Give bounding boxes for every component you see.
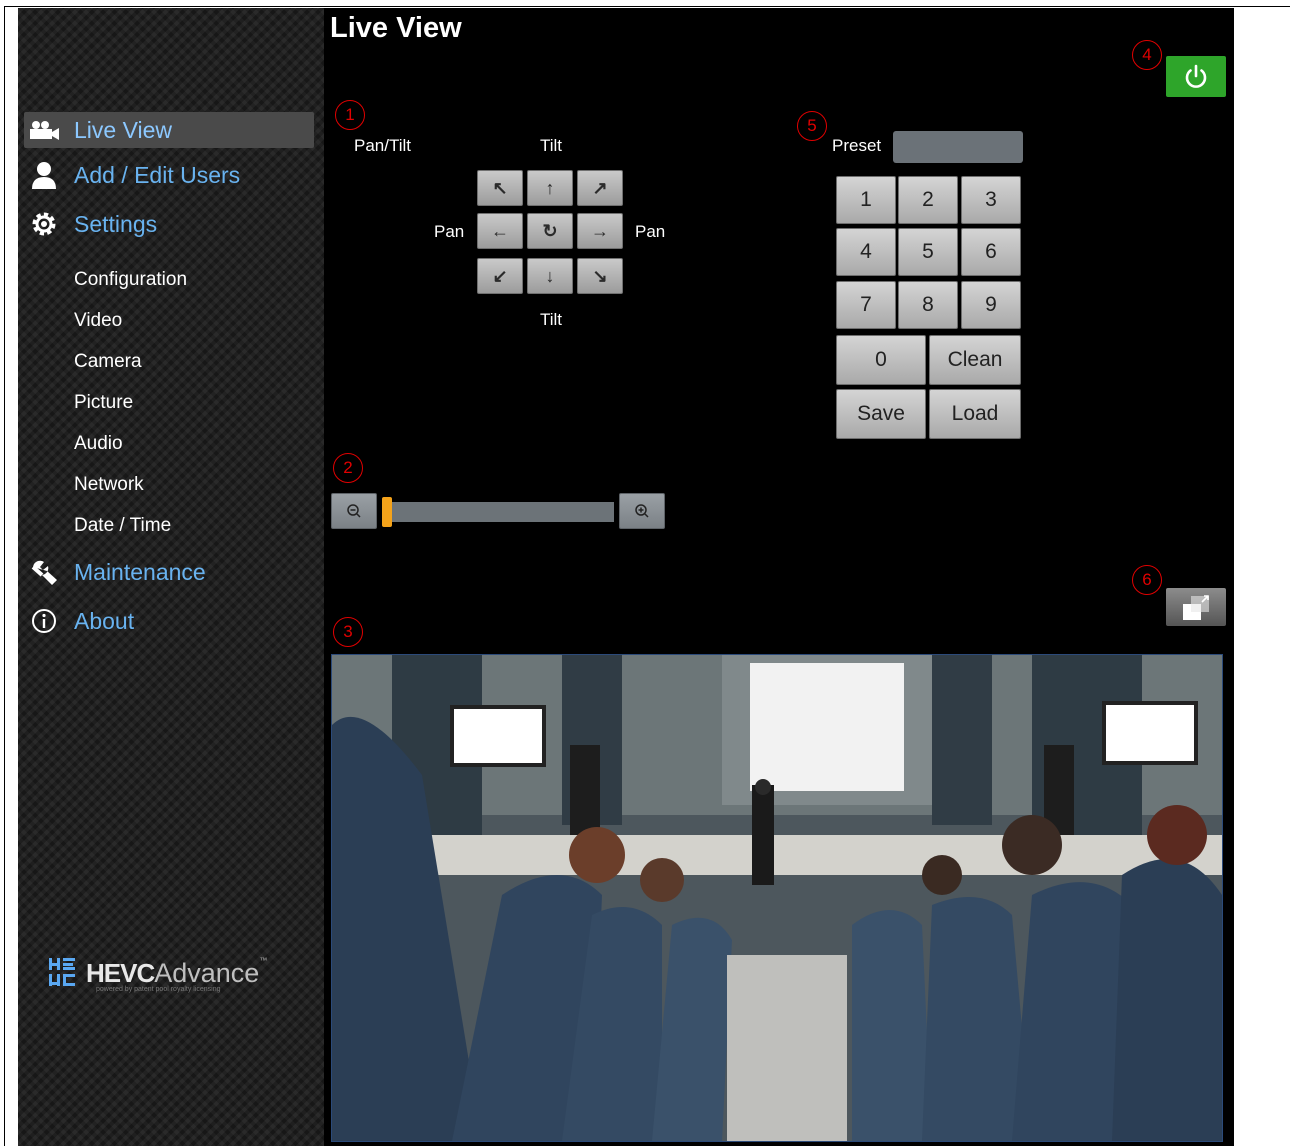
- sidebar-sub-configuration[interactable]: Configuration: [74, 269, 187, 291]
- ptz-up-button[interactable]: ↑: [527, 170, 573, 206]
- zoom-in-button[interactable]: [619, 493, 665, 529]
- live-video-feed: [331, 654, 1223, 1142]
- logo-brand: HEVC: [86, 957, 155, 988]
- ptz-up-left-button[interactable]: ↖: [477, 170, 523, 206]
- callout-marker-1: 1: [335, 100, 365, 130]
- zoom-slider-thumb[interactable]: [382, 497, 392, 527]
- sidebar-item-label: Add / Edit Users: [74, 161, 241, 188]
- right-margin: [1234, 8, 1290, 1146]
- preset-load-button[interactable]: Load: [929, 389, 1021, 439]
- sidebar-sub-video[interactable]: Video: [74, 310, 122, 332]
- power-icon: [1185, 64, 1207, 88]
- tilt-top-label: Tilt: [540, 136, 563, 155]
- preset-key-0[interactable]: 0: [836, 335, 926, 385]
- logo-tm: ™: [259, 956, 268, 965]
- pan-tilt-label: Pan/Tilt: [354, 136, 412, 155]
- preset-key-4[interactable]: 4: [836, 228, 896, 276]
- zoom-out-icon: [347, 504, 361, 518]
- sidebar: Live View Add / Edit Users Settings Conf…: [18, 8, 324, 1146]
- sidebar-item-label: About: [74, 607, 135, 634]
- sidebar-item-label: Maintenance: [74, 558, 206, 585]
- sidebar-sub-audio[interactable]: Audio: [74, 433, 123, 455]
- logo-brand-tail: Advance: [154, 957, 260, 988]
- sidebar-item-about[interactable]: About: [24, 603, 314, 639]
- wrench-icon: [24, 558, 64, 586]
- zoom-slider-track[interactable]: [382, 502, 614, 522]
- callout-marker-5: 5: [797, 111, 827, 141]
- sidebar-item-maintenance[interactable]: Maintenance: [24, 554, 314, 590]
- sidebar-item-settings[interactable]: Settings: [24, 206, 314, 242]
- fullscreen-icon: [1183, 595, 1209, 620]
- power-button[interactable]: [1166, 56, 1226, 97]
- callout-marker-3: 3: [333, 617, 363, 647]
- tilt-bottom-label: Tilt: [540, 310, 563, 329]
- ptz-down-button[interactable]: ↓: [527, 258, 573, 294]
- ptz-left-button[interactable]: ←: [477, 213, 523, 249]
- ptz-down-left-button[interactable]: ↙: [477, 258, 523, 294]
- logo-tagline: powered by patent pool royalty licensing: [96, 986, 221, 993]
- auditorium-scene-image: [332, 655, 1222, 1141]
- preset-key-2[interactable]: 2: [898, 176, 958, 224]
- hevc-advance-logo: HEVC Advance ™ powered by patent pool ro…: [48, 956, 268, 993]
- sidebar-item-live-view[interactable]: Live View: [24, 112, 314, 148]
- preset-key-7[interactable]: 7: [836, 281, 896, 329]
- zoom-out-button[interactable]: [331, 493, 377, 529]
- sidebar-item-users[interactable]: Add / Edit Users: [24, 157, 314, 193]
- ptz-home-button[interactable]: ↻: [527, 213, 573, 249]
- gear-icon: [24, 210, 64, 238]
- pan-left-label: Pan: [434, 222, 465, 241]
- preset-key-3[interactable]: 3: [961, 176, 1021, 224]
- sidebar-item-label: Live View: [74, 116, 173, 143]
- ptz-right-button[interactable]: →: [577, 213, 623, 249]
- sidebar-sub-picture[interactable]: Picture: [74, 392, 133, 414]
- page-title: Live View: [330, 12, 462, 44]
- callout-marker-4: 4: [1132, 40, 1162, 70]
- callout-marker-6: 6: [1132, 565, 1162, 595]
- preset-save-button[interactable]: Save: [836, 389, 926, 439]
- user-icon: [24, 161, 64, 189]
- hevc-mark-icon: [49, 958, 75, 986]
- preset-key-8[interactable]: 8: [898, 281, 958, 329]
- info-icon: [24, 608, 64, 634]
- sidebar-sub-date-time[interactable]: Date / Time: [74, 515, 171, 537]
- preset-label: Preset: [832, 136, 882, 155]
- preset-input[interactable]: [893, 131, 1023, 163]
- preset-key-5[interactable]: 5: [898, 228, 958, 276]
- pan-right-label: Pan: [635, 222, 666, 241]
- fullscreen-button[interactable]: [1166, 588, 1226, 626]
- ptz-down-right-button[interactable]: ↘: [577, 258, 623, 294]
- sidebar-sub-camera[interactable]: Camera: [74, 351, 142, 373]
- video-camera-icon: [24, 119, 64, 141]
- preset-key-9[interactable]: 9: [961, 281, 1021, 329]
- preset-key-6[interactable]: 6: [961, 228, 1021, 276]
- preset-key-1[interactable]: 1: [836, 176, 896, 224]
- preset-clean-button[interactable]: Clean: [929, 335, 1021, 385]
- sidebar-sub-network[interactable]: Network: [74, 474, 144, 496]
- sidebar-item-label: Settings: [74, 210, 158, 237]
- zoom-in-icon: [635, 504, 649, 518]
- ptz-up-right-button[interactable]: ↗: [577, 170, 623, 206]
- callout-marker-2: 2: [333, 453, 363, 483]
